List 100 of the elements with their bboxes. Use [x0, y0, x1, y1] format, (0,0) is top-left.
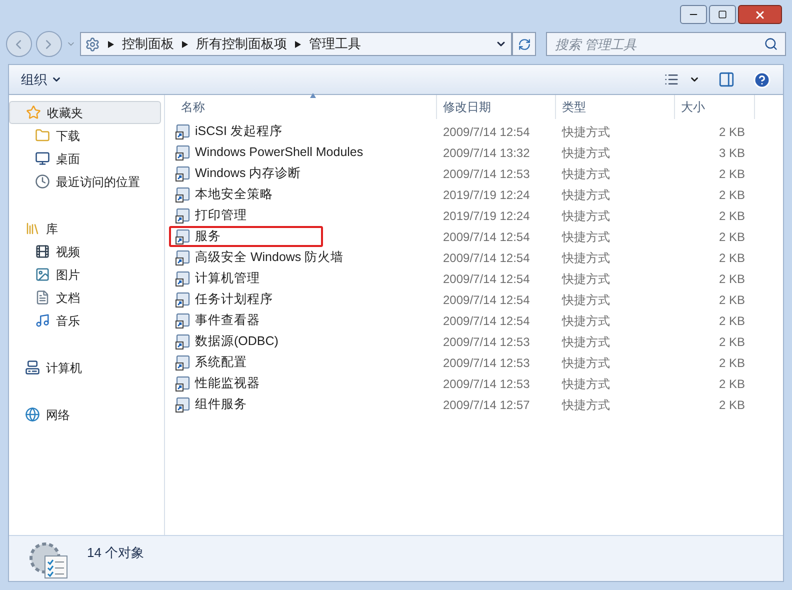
file-name: 计算机管理: [195, 270, 260, 288]
type-cell-text: 快捷方式: [560, 228, 611, 246]
size-cell-text: 2 KB: [718, 270, 746, 288]
column-header[interactable]: 大小: [675, 95, 755, 119]
column-header[interactable]: 名称: [175, 95, 437, 119]
organize-button[interactable]: 组织: [21, 70, 62, 90]
breadcrumb-arrow-icon: [108, 40, 114, 48]
shortcut-icon: [175, 270, 191, 286]
sidebar-item[interactable]: 收藏夹: [9, 101, 161, 124]
file-name: 数据源(ODBC): [195, 333, 278, 350]
file-name: 任务计划程序: [195, 291, 273, 308]
type-cell-text: 快捷方式: [560, 312, 611, 330]
type-cell-text: 快捷方式: [560, 270, 611, 288]
size-cell-text: 2 KB: [718, 166, 746, 182]
library-icon: [25, 221, 40, 236]
file-name[interactable]: 组件服务: [175, 394, 247, 415]
shortcut-icon: [175, 354, 191, 370]
type-cell-text: 快捷方式: [560, 124, 611, 140]
maximize-icon: [718, 10, 727, 19]
size-cell-text: 2 KB: [718, 312, 746, 330]
monitor-icon: [35, 151, 50, 166]
sidebar-item[interactable]: 最近访问的位置: [9, 170, 161, 193]
type-cell-text: 快捷方式: [560, 354, 611, 372]
film-icon: [35, 244, 50, 259]
column-header[interactable]: 修改日期: [437, 95, 556, 119]
type-cell-text: 快捷方式: [560, 334, 611, 350]
date-cell-text: 2009/7/14 12:54: [442, 312, 531, 330]
close-icon: [754, 8, 766, 20]
date-cell-text: 2019/7/19 12:24: [442, 208, 531, 224]
file-name: 本地安全策略: [195, 186, 273, 204]
close-button[interactable]: [738, 5, 782, 24]
search-icon: [764, 37, 778, 51]
file-name[interactable]: 性能监视器: [175, 373, 260, 394]
breadcrumb[interactable]: 控制面板: [122, 34, 174, 54]
computer-icon: [25, 360, 40, 375]
date-cell-text: 2009/7/14 12:53: [442, 376, 531, 392]
size-cell-text: 2 KB: [718, 250, 746, 266]
date-cell-text: 2009/7/14 12:54: [442, 124, 531, 140]
document-icon: [35, 290, 50, 305]
date-cell-text: 2009/7/14 13:32: [442, 144, 531, 162]
sidebar-item[interactable]: 视频: [9, 240, 161, 263]
file-name: 打印管理: [195, 207, 247, 224]
refresh-button[interactable]: [512, 32, 536, 56]
refresh-icon: [518, 38, 531, 50]
file-name: 性能监视器: [195, 375, 260, 392]
sidebar-item[interactable]: 库: [9, 217, 161, 240]
shortcut-icon: [175, 208, 191, 224]
breadcrumb[interactable]: 管理工具: [308, 34, 361, 54]
file-name[interactable]: Windows 内存诊断: [175, 163, 302, 184]
size-cell-text: 2 KB: [718, 334, 746, 350]
shortcut-icon: [175, 144, 191, 160]
sidebar-item[interactable]: 音乐: [9, 309, 161, 332]
view-options-icon[interactable]: [664, 72, 679, 87]
file-name[interactable]: 高级安全 Windows 防火墙: [175, 247, 344, 268]
type-cell-text: 快捷方式: [560, 396, 611, 414]
breadcrumb[interactable]: 所有控制面板项: [196, 34, 287, 54]
address-bar[interactable]: 控制面板 所有控制面板项 管理工具: [80, 32, 512, 56]
folder-icon: [35, 128, 50, 143]
sidebar-item[interactable]: 网络: [9, 403, 161, 426]
highlight-frame[interactable]: 服务: [169, 226, 323, 247]
breadcrumb-arrow-icon: [294, 40, 301, 48]
file-name[interactable]: 本地安全策略: [175, 184, 273, 205]
image-icon: [35, 267, 50, 282]
file-name[interactable]: 系统配置: [175, 352, 247, 373]
date-cell-text: 2009/7/14 12:53: [442, 354, 531, 372]
column-header[interactable]: 类型: [556, 95, 675, 119]
size-cell-text: 3 KB: [718, 144, 746, 162]
preview-pane-icon[interactable]: [718, 71, 735, 88]
sidebar-item[interactable]: 计算机: [9, 356, 161, 379]
search-field[interactable]: 搜索 管理工具: [546, 32, 786, 56]
file-name: 事件查看器: [195, 312, 260, 330]
file-name: Windows 内存诊断: [195, 165, 302, 182]
file-name[interactable]: 任务计划程序: [175, 289, 273, 310]
help-icon[interactable]: [753, 70, 771, 88]
type-cell-text: 快捷方式: [560, 292, 611, 308]
date-cell-text: 2009/7/14 12:54: [442, 292, 531, 308]
file-name: 组件服务: [195, 396, 247, 414]
sidebar-item[interactable]: 文档: [9, 286, 161, 309]
sidebar-item[interactable]: 下载: [9, 124, 161, 147]
star-icon: [26, 105, 41, 120]
shortcut-icon: [175, 292, 191, 308]
file-name[interactable]: 事件查看器: [175, 310, 260, 331]
file-name[interactable]: Windows PowerShell Modules: [175, 142, 364, 163]
file-name: 服务: [195, 228, 221, 246]
sidebar-item[interactable]: 桌面: [9, 147, 161, 170]
size-cell-text: 2 KB: [718, 186, 746, 204]
sidebar-item[interactable]: 图片: [9, 263, 161, 286]
shortcut-icon: [175, 376, 191, 392]
type-cell-text: 快捷方式: [560, 144, 611, 162]
breadcrumb-arrow-icon: [182, 40, 188, 48]
file-name[interactable]: 数据源(ODBC): [175, 331, 278, 352]
size-cell-text: 2 KB: [718, 396, 746, 414]
file-name[interactable]: iSCSI 发起程序: [175, 121, 282, 142]
file-name[interactable]: 打印管理: [175, 205, 247, 226]
size-cell-text: 2 KB: [718, 354, 746, 372]
file-name[interactable]: 计算机管理: [175, 268, 260, 289]
shortcut-icon: [175, 228, 191, 244]
size-cell-text: 2 KB: [718, 376, 746, 392]
maximize-button[interactable]: [709, 5, 736, 24]
size-cell-text: 2 KB: [718, 124, 746, 140]
